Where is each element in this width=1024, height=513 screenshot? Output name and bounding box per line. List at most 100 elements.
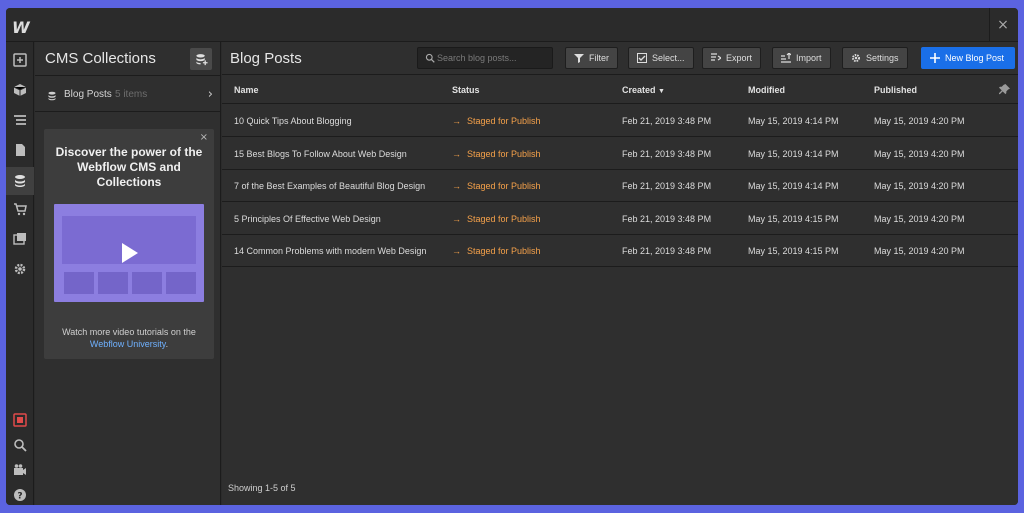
search-box[interactable] (417, 47, 553, 69)
top-bar: W × (6, 8, 1018, 42)
pages-icon[interactable] (10, 140, 30, 160)
cell-published: May 15, 2019 4:20 PM (874, 213, 965, 224)
search-icon[interactable] (10, 435, 30, 455)
webflow-university-link[interactable]: Webflow University (90, 339, 166, 349)
cell-modified: May 15, 2019 4:15 PM (748, 246, 839, 256)
table-row[interactable]: 14 Common Problems with modern Web Desig… (222, 235, 1018, 267)
navigator-icon[interactable] (10, 110, 30, 130)
collection-item-blog-posts[interactable]: Blog Posts 5 items › (35, 80, 221, 112)
select-button[interactable]: Select... (628, 47, 694, 69)
add-collection-button[interactable] (190, 48, 212, 70)
cell-created: Feb 21, 2019 3:48 PM (622, 246, 712, 256)
export-button[interactable]: Export (702, 47, 762, 69)
column-header-published[interactable]: Published (874, 85, 917, 95)
cart-icon[interactable] (10, 199, 30, 219)
arrow-right-icon: → (452, 181, 461, 191)
gear-icon (852, 54, 860, 62)
filter-button[interactable]: Filter (565, 47, 618, 69)
pagination-summary: Showing 1-5 of 5 (228, 483, 296, 493)
filter-icon (574, 54, 584, 63)
add-collection-icon (195, 53, 208, 65)
cell-published: May 15, 2019 4:20 PM (874, 148, 965, 159)
settings-button[interactable]: Settings (842, 47, 908, 69)
assets-icon[interactable] (10, 229, 30, 249)
export-label: Export (726, 53, 753, 63)
video-tile (64, 272, 94, 294)
play-icon[interactable] (122, 243, 138, 263)
cms-database-icon[interactable] (6, 167, 34, 195)
status-label: Staged for Publish (467, 213, 541, 224)
cell-name: 15 Best Blogs To Follow About Web Design (234, 148, 407, 159)
cell-status: → Staged for Publish (452, 149, 541, 159)
column-header-modified[interactable]: Modified (748, 85, 785, 95)
cell-created: Feb 21, 2019 3:48 PM (622, 213, 712, 224)
status-label: Staged for Publish (467, 148, 541, 159)
cell-published: May 15, 2019 4:20 PM (874, 116, 965, 126)
promo-footer-text: Watch more video tutorials on the (62, 327, 196, 337)
column-header-status[interactable]: Status (452, 85, 480, 95)
settings-gear-icon[interactable] (10, 259, 30, 279)
import-label: Import (796, 53, 822, 63)
help-icon[interactable]: ? (10, 485, 30, 505)
cell-status: → Staged for Publish (452, 181, 541, 191)
cell-modified: May 15, 2019 4:14 PM (748, 116, 839, 126)
cell-created: Feb 21, 2019 3:48 PM (622, 116, 712, 126)
svg-text:?: ? (17, 492, 22, 502)
left-icon-rail: ? (6, 42, 34, 505)
cell-published: May 15, 2019 4:20 PM (874, 246, 965, 256)
arrow-right-icon: → (452, 246, 461, 256)
new-blog-post-button[interactable]: New Blog Post (921, 47, 1015, 69)
settings-label: Settings (866, 53, 899, 63)
cell-status: → Staged for Publish (452, 116, 541, 126)
pin-icon[interactable] (999, 84, 1010, 95)
select-label: Select... (652, 53, 685, 63)
column-header-name[interactable]: Name (234, 85, 259, 95)
collection-name: Blog Posts (64, 89, 112, 100)
cell-modified: May 15, 2019 4:15 PM (748, 213, 839, 224)
cell-name: 14 Common Problems with modern Web Desig… (234, 246, 427, 256)
close-button[interactable]: × (994, 16, 1012, 34)
cell-status: → Staged for Publish (452, 214, 541, 224)
promo-card: × Discover the power of the Webflow CMS … (44, 129, 214, 359)
new-blog-post-label: New Blog Post (945, 53, 1005, 63)
status-label: Staged for Publish (467, 116, 541, 126)
add-icon[interactable] (10, 50, 30, 70)
cell-modified: May 15, 2019 4:14 PM (748, 148, 839, 159)
cell-name: 7 of the Best Examples of Beautiful Blog… (234, 181, 426, 191)
collections-panel: CMS Collections Blog Posts 5 items › × D… (35, 42, 221, 505)
cell-created: Feb 21, 2019 3:48 PM (622, 148, 712, 159)
plus-icon (930, 53, 940, 63)
created-label: Created (622, 85, 656, 95)
cell-name: 5 Principles Of Effective Web Design (234, 213, 381, 224)
cell-name: 10 Quick Tips About Blogging (234, 116, 352, 126)
page-title: Blog Posts (230, 50, 302, 67)
promo-close-icon[interactable]: × (200, 132, 208, 143)
promo-footer-end: . (165, 339, 169, 349)
promo-video-thumbnail[interactable] (54, 204, 204, 302)
record-icon[interactable] (10, 410, 30, 430)
main-panel: Blog Posts Filter Select... Export Impor… (222, 42, 1018, 505)
table-row[interactable]: 7 of the Best Examples of Beautiful Blog… (222, 170, 1018, 202)
database-icon (48, 91, 56, 101)
webflow-logo[interactable]: W (12, 18, 30, 37)
cms-window: W × ? CMS Collections Blog Posts 5 items… (6, 8, 1018, 505)
cell-created: Feb 21, 2019 3:48 PM (622, 181, 712, 191)
arrow-right-icon: → (452, 116, 461, 126)
video-tutorials-icon[interactable] (10, 460, 30, 480)
status-label: Staged for Publish (467, 181, 541, 191)
table-row[interactable]: 15 Best Blogs To Follow About Web Design… (222, 138, 1018, 170)
arrow-right-icon: → (452, 213, 461, 224)
arrow-right-icon: → (452, 148, 461, 159)
import-icon (781, 53, 791, 63)
table-row[interactable]: 5 Principles Of Effective Web Design → Sta… (222, 203, 1018, 235)
table-row[interactable]: 10 Quick Tips About Blogging → Staged for … (222, 105, 1018, 137)
search-input[interactable] (437, 50, 549, 66)
import-button[interactable]: Import (772, 47, 831, 69)
chevron-right-icon: › (207, 87, 213, 102)
promo-footer: Watch more video tutorials on the Webflo… (50, 326, 208, 350)
promo-heading: Discover the power of the Webflow CMS an… (55, 145, 203, 189)
column-header-created[interactable]: Created ▼ (622, 85, 665, 95)
cell-published: May 15, 2019 4:20 PM (874, 181, 965, 191)
box-icon[interactable] (10, 80, 30, 100)
cell-modified: May 15, 2019 4:14 PM (748, 181, 839, 191)
